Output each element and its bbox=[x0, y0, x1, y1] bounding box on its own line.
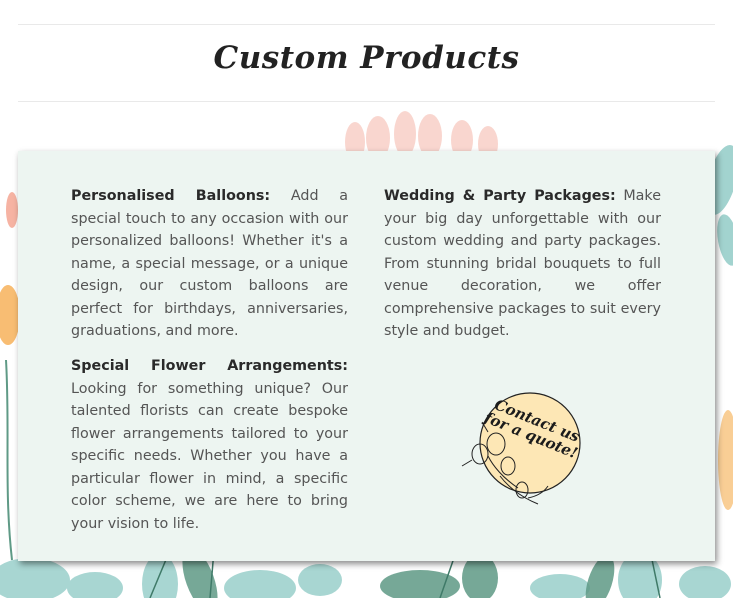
product-description: Looking for something unique? Our talent… bbox=[71, 380, 348, 532]
product-personalised-balloons: Personalised Balloons: Add a special tou… bbox=[71, 185, 348, 343]
product-title: Personalised Balloons: bbox=[71, 188, 271, 204]
page-title: Custom Products bbox=[213, 40, 520, 76]
product-description: Add a special touch to any occasion with… bbox=[71, 188, 348, 339]
product-special-flower-arrangements: Special Flower Arrangements: Looking for… bbox=[71, 355, 348, 535]
product-title: Special Flower Arrangements: bbox=[71, 358, 348, 374]
top-divider bbox=[18, 24, 715, 25]
product-title: Wedding & Party Packages: bbox=[384, 188, 616, 204]
products-card: Personalised Balloons: Add a special tou… bbox=[18, 151, 715, 561]
contact-quote-badge[interactable]: Contact us for a quote! bbox=[448, 386, 588, 516]
product-description: Make your big day unforgettable with our… bbox=[384, 188, 661, 339]
product-wedding-party-packages: Wedding & Party Packages: Make your big … bbox=[384, 185, 661, 343]
title-divider bbox=[18, 101, 715, 102]
